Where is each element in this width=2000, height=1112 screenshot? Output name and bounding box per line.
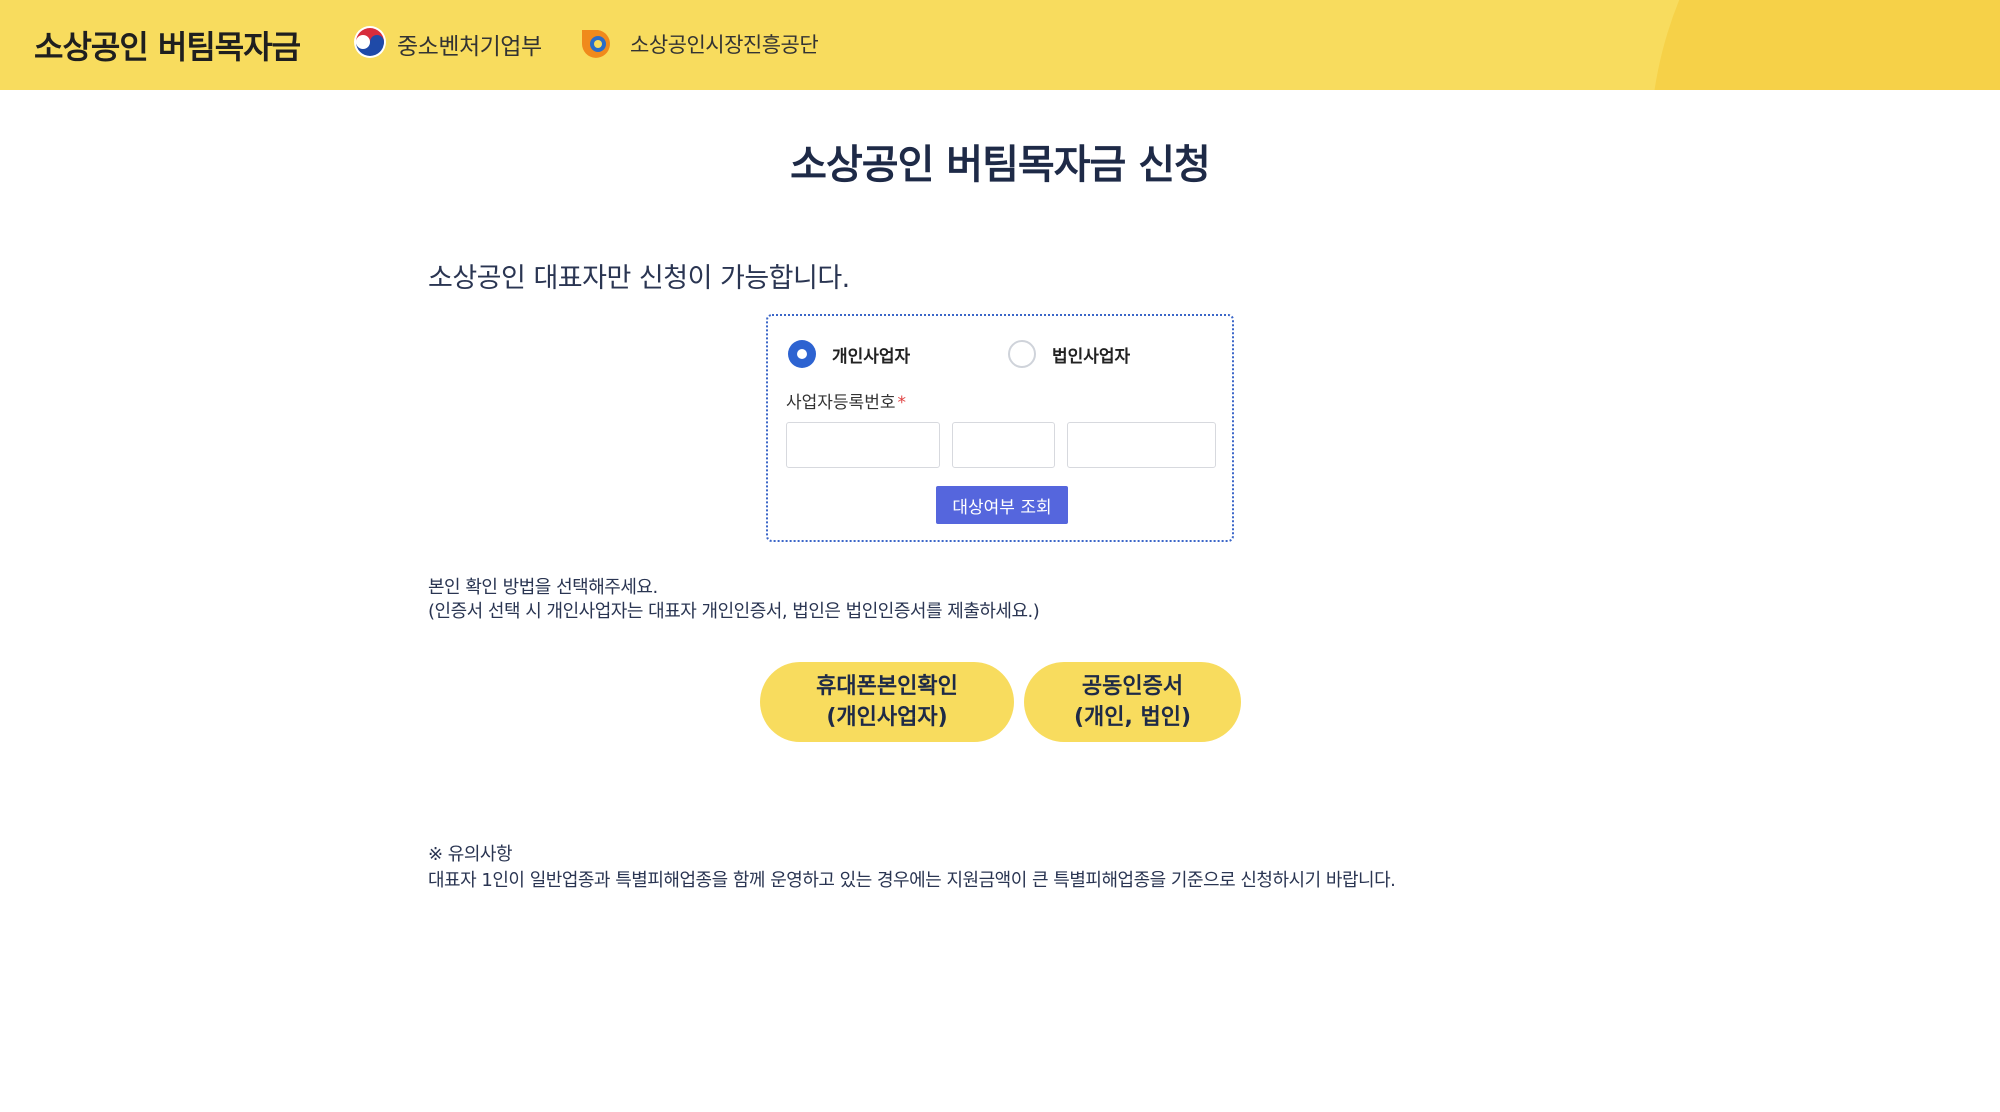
- check-eligibility-button[interactable]: 대상여부 조회: [936, 486, 1068, 524]
- brn-label-text: 사업자등록번호: [786, 393, 896, 413]
- required-mark: *: [897, 393, 906, 413]
- brn-input-part1[interactable]: [786, 422, 940, 468]
- header-decoration: [1650, 0, 2000, 90]
- radio-checked-icon: [788, 340, 816, 368]
- phone-button-line1: 휴대폰본인확인: [816, 674, 958, 699]
- cert-button-line1: 공동인증서: [1081, 674, 1184, 699]
- brand-title[interactable]: 소상공인 버팀목자금: [34, 22, 301, 68]
- agency-logo[interactable]: 소상공인시장진흥공단: [578, 24, 819, 64]
- notice-section: ※ 유의사항 대표자 1인이 일반업종과 특별피해업종을 함께 운영하고 있는 …: [428, 842, 1396, 894]
- notice-body: 대표자 1인이 일반업종과 특별피해업종을 함께 운영하고 있는 경우에는 지원…: [428, 870, 1396, 891]
- cert-button-line2: (개인, 법인): [1073, 705, 1192, 730]
- verification-instructions: 본인 확인 방법을 선택해주세요. (인증서 선택 시 개인사업자는 대표자 개…: [428, 576, 1040, 624]
- ministry-logo[interactable]: 중소벤처기업부: [353, 24, 542, 64]
- notice-title: ※ 유의사항: [428, 844, 513, 865]
- verification-line1: 본인 확인 방법을 선택해주세요.: [428, 577, 658, 598]
- phone-verification-button[interactable]: 휴대폰본인확인 (개인사업자): [760, 662, 1014, 742]
- site-header: 소상공인 버팀목자금 중소벤처기업부 소상공인시장진흥공단: [0, 0, 2000, 90]
- radio-label-personal: 개인사업자: [832, 346, 911, 367]
- radio-personal-business[interactable]: 개인사업자: [788, 340, 910, 368]
- verification-line2: (인증서 선택 시 개인사업자는 대표자 개인인증서, 법인은 법인인증서를 제…: [428, 601, 1040, 622]
- joint-certificate-button[interactable]: 공동인증서 (개인, 법인): [1024, 662, 1241, 742]
- agency-label: 소상공인시장진흥공단: [630, 33, 819, 57]
- phone-button-line2: (개인사업자): [826, 705, 948, 730]
- eligibility-notice: 소상공인 대표자만 신청이 가능합니다.: [428, 263, 850, 294]
- ministry-label: 중소벤처기업부: [397, 34, 542, 60]
- brn-input-part2[interactable]: [952, 422, 1055, 468]
- taegeuk-emblem-icon: [353, 25, 387, 63]
- business-lookup-form: 개인사업자 법인사업자 사업자등록번호 * 대상여부 조회: [766, 314, 1234, 542]
- brn-label: 사업자등록번호 *: [786, 388, 906, 413]
- radio-label-corporate: 법인사업자: [1052, 346, 1131, 367]
- page-title: 소상공인 버팀목자금 신청: [790, 142, 1211, 188]
- brn-input-part3[interactable]: [1067, 422, 1216, 468]
- radio-corporate-business[interactable]: 법인사업자: [1008, 340, 1130, 368]
- radio-unchecked-icon: [1008, 340, 1036, 368]
- semas-logo-icon: [578, 24, 620, 64]
